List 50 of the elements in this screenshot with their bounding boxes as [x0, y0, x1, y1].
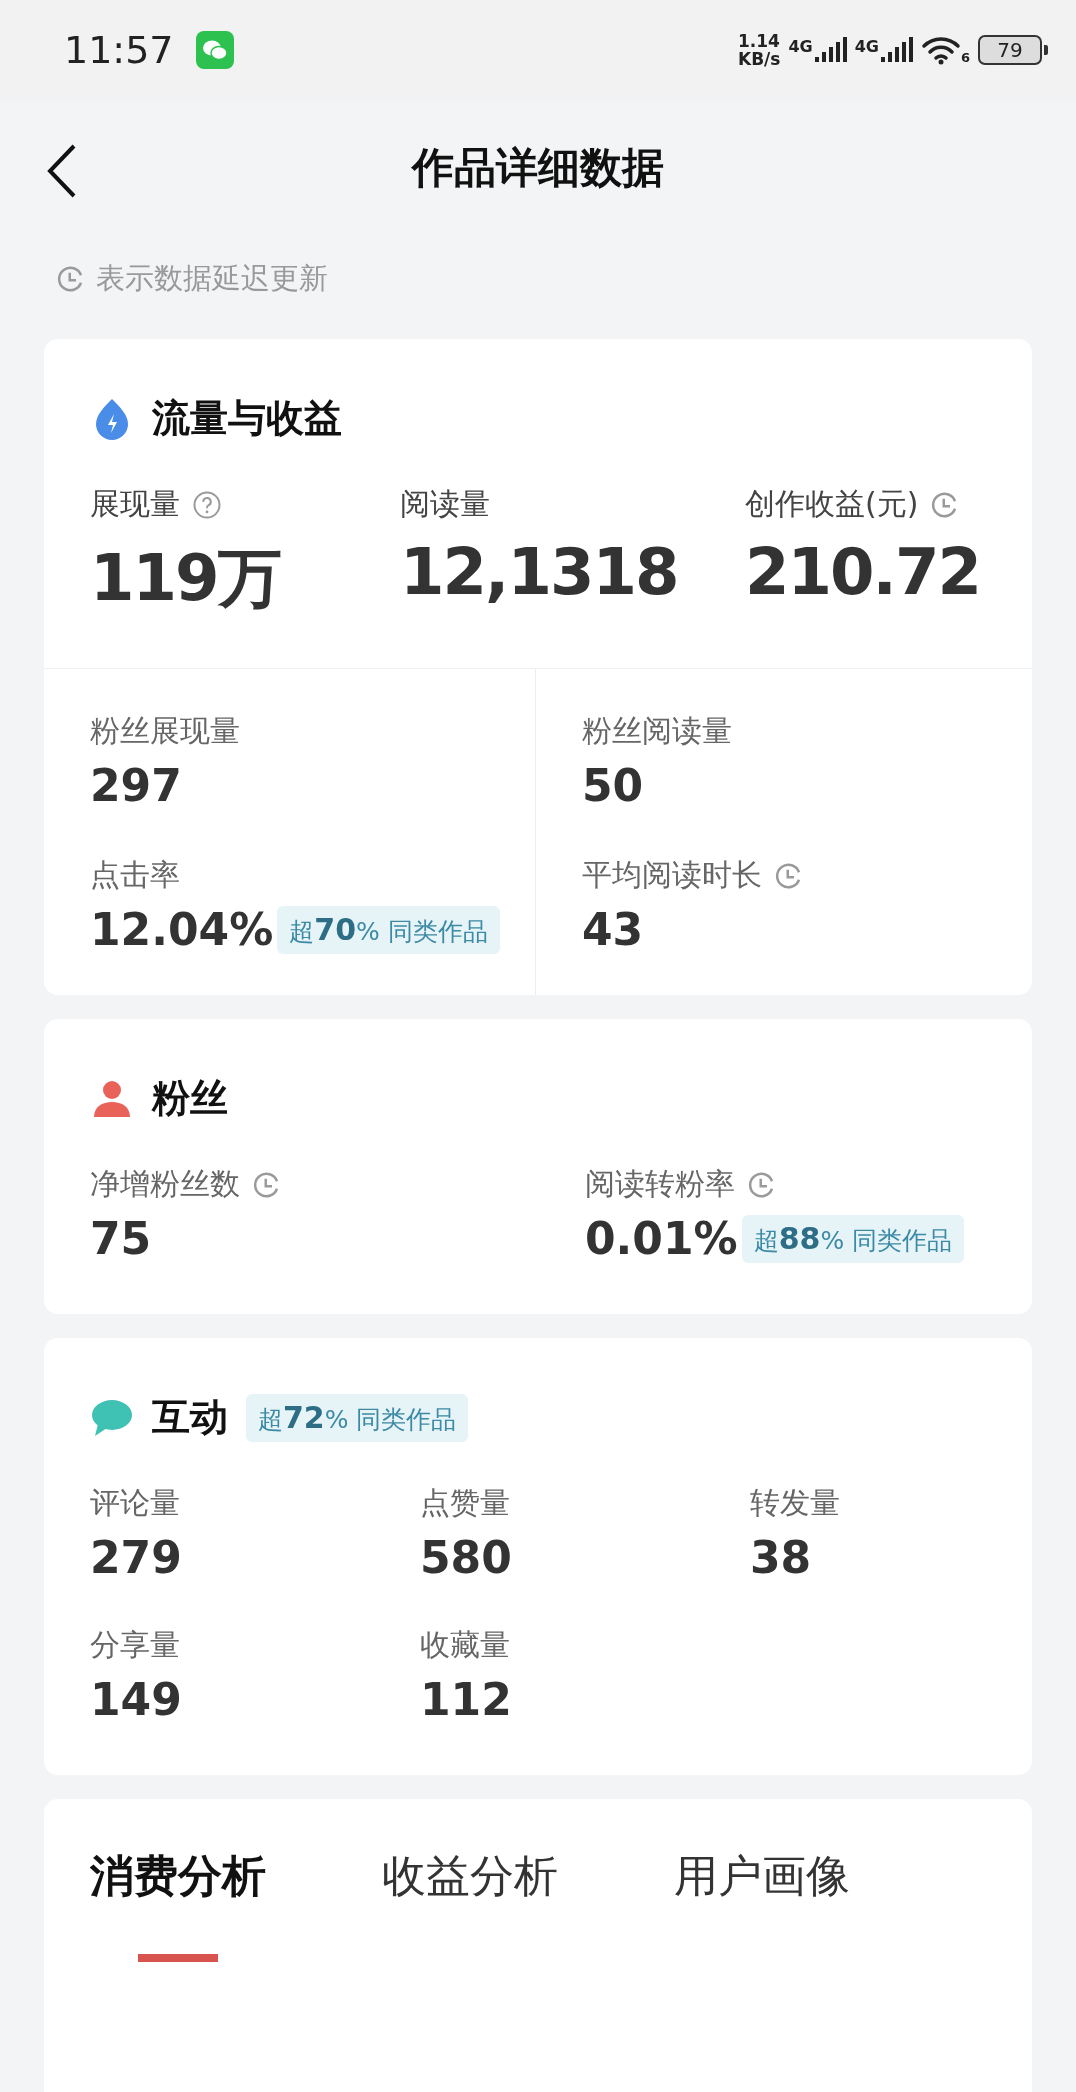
network-speed: 1.14 — [737, 32, 781, 50]
clock-time: 11:57 — [64, 28, 174, 72]
section-title: 互动 — [152, 1394, 228, 1441]
metric-label: 粉丝阅读量 — [582, 712, 732, 750]
wifi-standard: 6 — [960, 50, 970, 65]
network-type: 4G — [788, 37, 813, 56]
metric-value: 580 — [420, 1532, 513, 1583]
metric-label: 粉丝展现量 — [90, 712, 240, 750]
metric-label: 点击率 — [90, 856, 180, 894]
network-speed-unit: KB/s — [737, 50, 781, 68]
metric-value: 279 — [90, 1532, 183, 1583]
metric-label: 点赞量 — [420, 1484, 510, 1522]
analysis-tab[interactable]: 用户画像 — [674, 1847, 966, 1976]
metric-label: 阅读量 — [400, 485, 490, 523]
chat-app-icon — [195, 31, 234, 69]
analysis-tab[interactable]: 收益分析 — [382, 1847, 674, 1976]
metric-value: 38 — [750, 1532, 813, 1583]
network-type: 4G — [854, 37, 879, 56]
metric-value: 50 — [582, 760, 645, 811]
metric-label: 分享量 — [90, 1626, 180, 1664]
section-title: 粉丝 — [152, 1075, 228, 1122]
delay-notice: 表示数据延迟更新 — [96, 260, 328, 297]
metric-label: 收藏量 — [420, 1626, 510, 1664]
comparison-badge: 超70% 同类作品 — [277, 905, 500, 954]
metric-label: 创作收益(元) — [745, 485, 919, 523]
signal-icon — [878, 37, 913, 63]
metric-value: 112 — [420, 1674, 513, 1725]
metric-label: 平均阅读时长 — [582, 856, 762, 894]
metric-value: 12.04% — [90, 904, 274, 955]
metric-label: 评论量 — [90, 1484, 180, 1522]
metric-label: 转发量 — [750, 1484, 840, 1522]
metric-value: 210.72 — [745, 535, 981, 609]
metric-label: 展现量 — [90, 485, 180, 523]
wifi-icon — [920, 35, 961, 65]
metric-label: 净增粉丝数 — [90, 1165, 240, 1203]
page-title: 作品详细数据 — [412, 141, 664, 194]
metric-label: 阅读转粉率 — [585, 1165, 735, 1203]
metric-value: 149 — [90, 1674, 183, 1725]
metric-value: 119万 — [90, 540, 282, 617]
battery-level: 79 — [978, 35, 1042, 65]
metric-value: 75 — [90, 1213, 153, 1264]
metric-value: 297 — [90, 760, 183, 811]
comparison-badge: 超88% 同类作品 — [741, 1214, 965, 1263]
signal-icon — [812, 37, 847, 63]
metric-value: 43 — [582, 904, 645, 955]
help-icon[interactable] — [192, 489, 222, 520]
metric-value: 12,1318 — [400, 535, 679, 609]
metric-value: 0.01% — [585, 1213, 738, 1264]
section-title: 流量与收益 — [152, 395, 342, 442]
comparison-badge: 超72% 同类作品 — [246, 1393, 469, 1442]
